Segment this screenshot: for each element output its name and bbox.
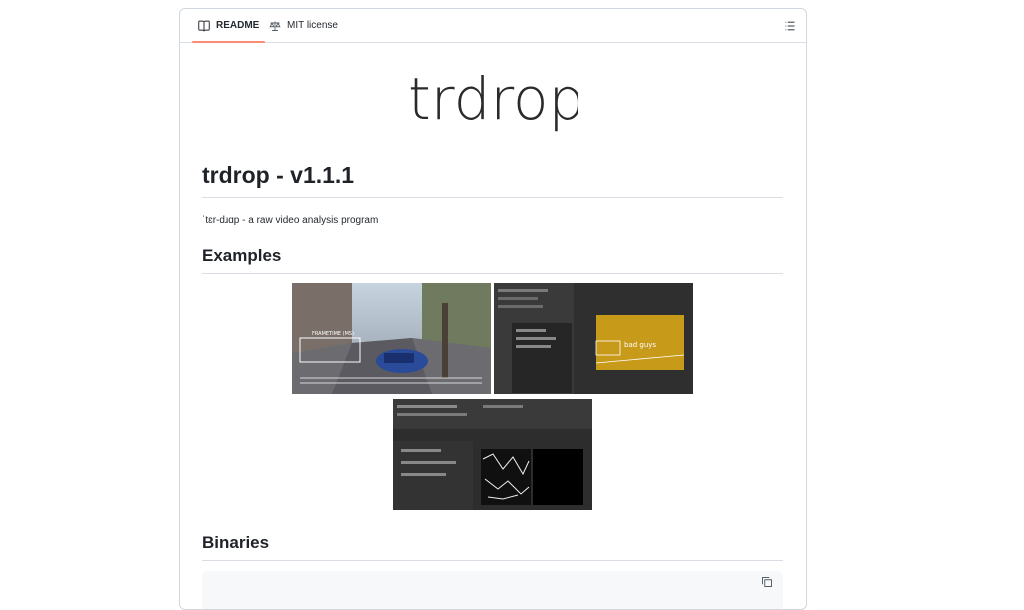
tab-readme[interactable]: README [192, 9, 266, 43]
book-icon [198, 20, 210, 32]
tab-readme-label: README [216, 20, 260, 31]
logo-image: trdrop [408, 65, 585, 133]
trdrop-logo: trdrop [408, 65, 585, 139]
logo-text: trdrop [408, 69, 578, 133]
readme-panel: README MIT license trdrop trdrop - v1.1.… [179, 8, 807, 610]
svg-text:FRAMETIME (MS): FRAMETIME (MS) [312, 331, 354, 337]
example-screenshot-edge-detection[interactable] [393, 399, 592, 510]
binaries-heading: Binaries [202, 532, 783, 561]
pronunciation-text: ˈtɛr-dɹɑp - a raw video analysis program [202, 215, 379, 226]
examples-heading: Examples [202, 245, 783, 274]
example-screenshot-settings[interactable]: bad guys [494, 283, 693, 394]
svg-text:bad guys: bad guys [624, 341, 656, 349]
scale-icon [269, 21, 281, 31]
copy-button[interactable] [761, 575, 773, 593]
tab-mit-license[interactable]: MIT license [263, 9, 344, 42]
code-block [202, 571, 783, 609]
copy-icon [762, 577, 772, 587]
page-title: trdrop - v1.1.1 [202, 161, 783, 198]
tab-license-label: MIT license [287, 20, 338, 31]
readme-tabbar: README MIT license [180, 9, 806, 43]
list-icon [785, 21, 795, 31]
outline-button[interactable] [780, 17, 800, 35]
example-screenshot-gameplay[interactable]: FRAMETIME (MS) [292, 283, 491, 394]
